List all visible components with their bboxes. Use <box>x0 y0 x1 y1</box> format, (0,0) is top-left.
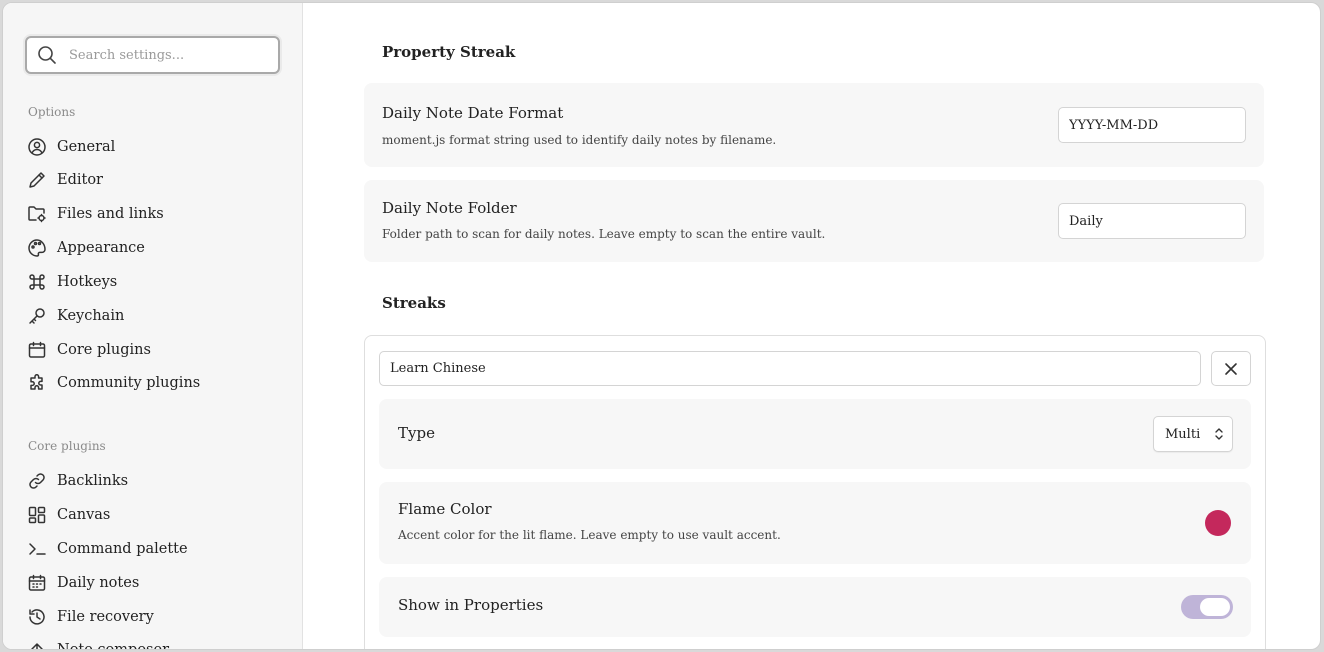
sidebar-item-label: Core plugins <box>57 342 151 358</box>
backlink-icon <box>27 471 47 491</box>
setting-description: Folder path to scan for daily notes. Lea… <box>382 227 826 241</box>
setting-name: Daily Note Folder <box>382 199 517 217</box>
section-title-streaks: Streaks <box>382 294 446 312</box>
type-select-value: Multi <box>1165 426 1201 442</box>
close-icon <box>1225 362 1237 375</box>
sidebar-item-label: Appearance <box>57 240 145 256</box>
palette-icon <box>27 238 47 258</box>
chevron-up-down-icon <box>1215 428 1223 440</box>
core-plugins-group-label: Core plugins <box>28 439 106 453</box>
sidebar-item-label: Note composer <box>57 642 169 650</box>
sidebar-item-label: File recovery <box>57 609 154 625</box>
options-group-label: Options <box>28 105 76 119</box>
folder-cog-icon <box>27 204 47 224</box>
sidebar-item-community-plugins[interactable]: Community plugins <box>27 370 287 396</box>
settings-modal: Options General Editor Files and links A… <box>2 2 1321 650</box>
setting-name: Show in Properties <box>398 596 544 614</box>
sidebar-item-keychain[interactable]: Keychain <box>27 303 287 329</box>
setting-description: moment.js format string used to identify… <box>382 133 777 147</box>
sidebar-item-label: Daily notes <box>57 575 140 591</box>
sidebar-item-editor[interactable]: Editor <box>27 167 287 193</box>
search-input[interactable] <box>69 47 259 63</box>
arrow-up-icon <box>27 640 47 649</box>
sidebar-item-label: Files and links <box>57 206 164 222</box>
sidebar-item-label: Community plugins <box>57 375 201 391</box>
sidebar-item-label: General <box>57 139 116 155</box>
setting-name: Flame Color <box>398 500 492 518</box>
command-icon <box>27 272 47 292</box>
flame-color-swatch[interactable] <box>1205 510 1231 536</box>
sidebar-item-label: Backlinks <box>57 473 129 489</box>
sidebar-item-canvas[interactable]: Canvas <box>27 502 287 528</box>
show-in-properties-toggle[interactable] <box>1181 595 1233 619</box>
remove-streak-button[interactable] <box>1211 351 1251 386</box>
settings-content: Property Streak Daily Note Date Format m… <box>304 3 1320 649</box>
sidebar-item-daily-notes[interactable]: Daily notes <box>27 570 287 596</box>
key-icon <box>27 306 47 326</box>
sidebar-item-label: Keychain <box>57 308 125 324</box>
sidebar-item-core-plugins[interactable]: Core plugins <box>27 337 287 363</box>
setting-name: Daily Note Date Format <box>382 104 564 122</box>
setting-type: Type Multi <box>379 399 1251 469</box>
setting-name: Type <box>398 424 435 442</box>
sidebar-item-label: Command palette <box>57 541 188 557</box>
sidebar-item-backlinks[interactable]: Backlinks <box>27 468 287 494</box>
streak-card: Type Multi Flame Color Accent color for … <box>364 335 1266 649</box>
section-title-property-streak: Property Streak <box>382 43 516 61</box>
canvas-grid-icon <box>27 505 47 525</box>
toggle-knob <box>1200 598 1230 616</box>
setting-date-format: Daily Note Date Format moment.js format … <box>364 83 1264 167</box>
calendar-box-icon <box>27 340 47 360</box>
sidebar-item-files-and-links[interactable]: Files and links <box>27 201 287 227</box>
gear-circle-icon <box>27 137 47 157</box>
sidebar-item-label: Canvas <box>57 507 111 523</box>
sidebar-item-file-recovery[interactable]: File recovery <box>27 604 287 630</box>
search-box[interactable] <box>25 36 280 74</box>
setting-show-in-properties: Show in Properties <box>379 577 1251 637</box>
sidebar-item-general[interactable]: General <box>27 134 287 160</box>
sidebar-item-note-composer[interactable]: Note composer <box>27 637 287 650</box>
setting-description: Accent color for the lit flame. Leave em… <box>398 528 781 542</box>
sidebar-item-label: Hotkeys <box>57 274 118 290</box>
setting-flame-color: Flame Color Accent color for the lit fla… <box>379 482 1251 564</box>
type-select[interactable]: Multi <box>1153 416 1233 452</box>
calendar-icon <box>27 573 47 593</box>
puzzle-icon <box>27 373 47 393</box>
sidebar-item-command-palette[interactable]: Command palette <box>27 536 287 562</box>
date-format-input[interactable] <box>1058 107 1246 143</box>
settings-sidebar: Options General Editor Files and links A… <box>3 3 303 649</box>
sidebar-item-label: Editor <box>57 172 103 188</box>
setting-daily-folder: Daily Note Folder Folder path to scan fo… <box>364 180 1264 262</box>
pencil-icon <box>27 170 47 190</box>
history-icon <box>27 607 47 627</box>
search-icon <box>38 46 56 64</box>
streak-name-input[interactable] <box>379 351 1201 386</box>
sidebar-item-hotkeys[interactable]: Hotkeys <box>27 269 287 295</box>
daily-folder-input[interactable] <box>1058 203 1246 239</box>
sidebar-item-appearance[interactable]: Appearance <box>27 235 287 261</box>
terminal-icon <box>27 539 47 559</box>
